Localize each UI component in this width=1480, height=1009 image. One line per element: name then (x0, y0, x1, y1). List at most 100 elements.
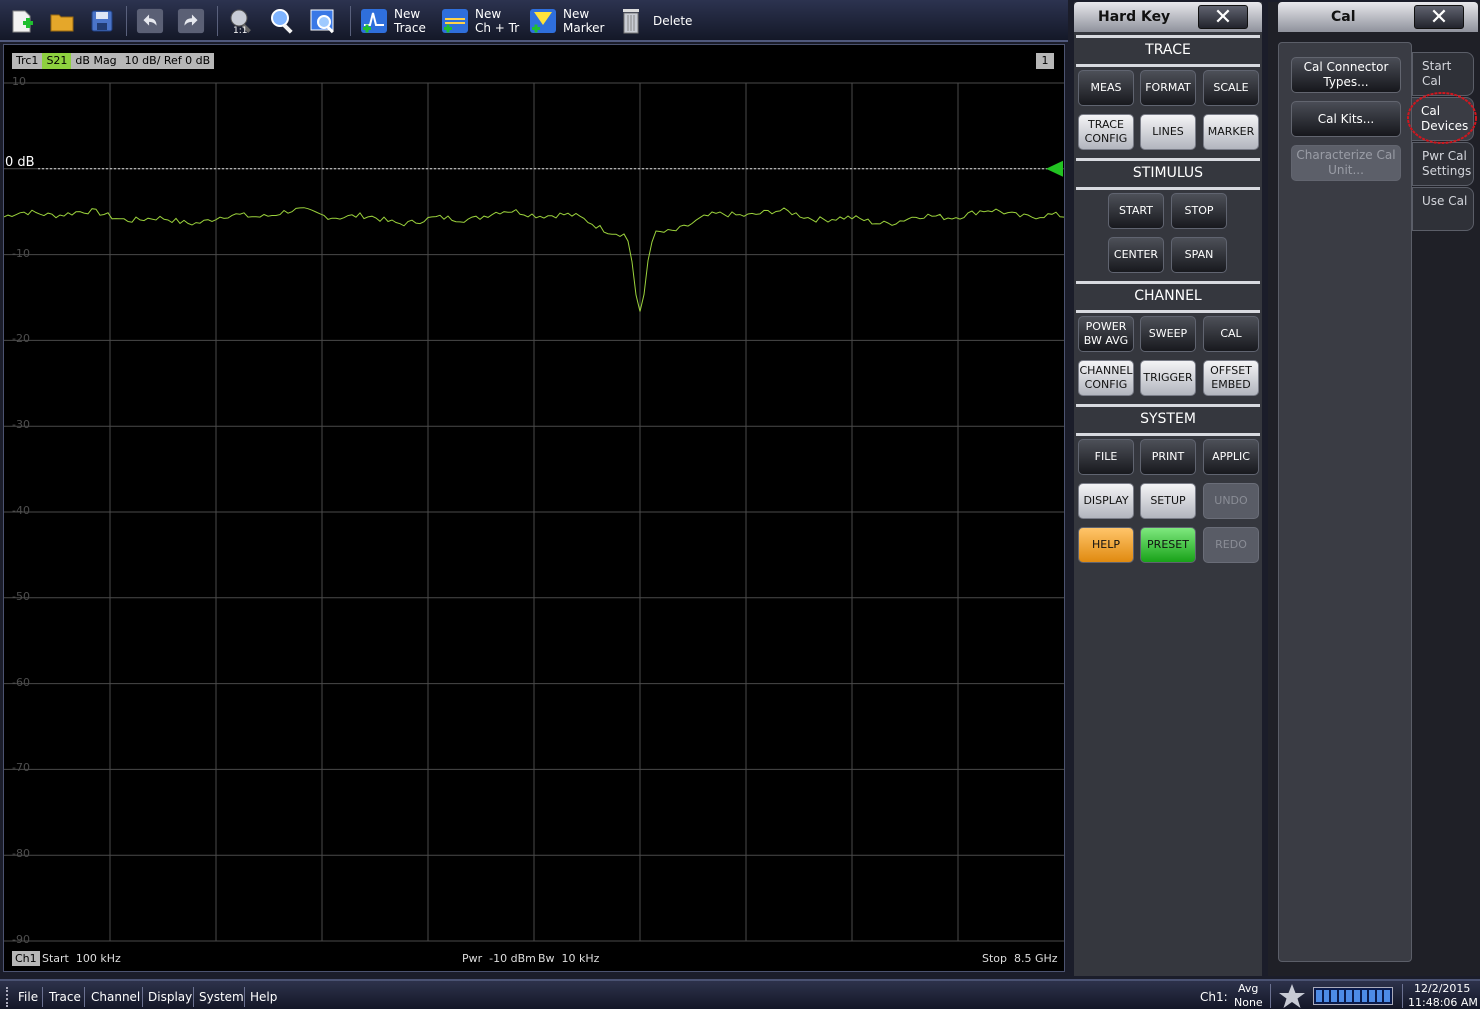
lines-key[interactable]: LINES (1140, 114, 1196, 150)
start-frequency[interactable]: Start 100 kHz (42, 952, 121, 965)
preset-key[interactable]: PRESET (1140, 527, 1196, 563)
new-setup-button[interactable] (8, 4, 36, 38)
if-bandwidth[interactable]: Bw 10 kHz (538, 952, 599, 965)
delete-button[interactable]: Delete (617, 4, 692, 38)
span-key[interactable]: SPAN (1171, 237, 1227, 273)
new-chtr-label-1: New (475, 7, 502, 21)
vna-application: 1:1 New Trace New Ch + Tr New Marker Del… (0, 0, 1480, 1009)
cal-connector-types-button[interactable]: Cal Connector Types... (1291, 57, 1401, 93)
cal-kits-button[interactable]: Cal Kits... (1291, 101, 1401, 137)
redo-icon (177, 8, 205, 34)
stop-key[interactable]: STOP (1171, 193, 1227, 229)
new-marker-icon (530, 9, 556, 33)
zoom-window-button[interactable] (309, 4, 337, 38)
center-key[interactable]: CENTER (1108, 237, 1164, 273)
avg-label: Avg (1238, 982, 1259, 995)
new-marker-label-1: New (563, 7, 590, 21)
y-tick-label: 10 (12, 75, 26, 88)
zoom-1to1-button[interactable]: 1:1 (227, 4, 255, 38)
menu-display[interactable]: Display (148, 990, 192, 1004)
file-key[interactable]: FILE (1078, 439, 1134, 475)
trace-config-key[interactable]: TRACE CONFIG (1078, 114, 1134, 150)
avg-value: None (1234, 996, 1263, 1009)
hard-key-close-button[interactable]: ✕ (1198, 5, 1248, 29)
meas-key[interactable]: MEAS (1078, 70, 1134, 106)
date-display: 12/2/2015 (1414, 982, 1471, 995)
help-key[interactable]: HELP (1078, 527, 1134, 563)
print-key[interactable]: PRINT (1140, 439, 1196, 475)
y-tick-label: -20 (12, 332, 30, 346)
section-trace: TRACE (1076, 35, 1260, 67)
zoom-window-icon (310, 9, 334, 34)
star-icon[interactable] (1278, 983, 1306, 1009)
menu-file[interactable]: File (18, 990, 38, 1004)
delete-label: Delete (653, 14, 693, 28)
new-marker-button[interactable]: New Marker (529, 4, 604, 38)
format-key[interactable]: FORMAT (1140, 70, 1196, 106)
setup-key[interactable]: SETUP (1140, 483, 1196, 519)
y-tick-label: -60 (12, 675, 30, 689)
undo-button[interactable] (136, 4, 164, 38)
cal-close-button[interactable]: ✕ (1414, 5, 1464, 29)
folder-icon (50, 14, 74, 32)
channel-config-key[interactable]: CHANNEL CONFIG (1078, 360, 1134, 396)
trace-format[interactable]: dB Mag (71, 53, 121, 69)
section-stimulus: STIMULUS (1076, 158, 1260, 190)
zoom-button[interactable] (268, 4, 296, 38)
undo-icon (136, 8, 164, 34)
tab-use-cal[interactable]: Use Cal (1412, 187, 1474, 231)
source-power[interactable]: Pwr -10 dBm (462, 952, 536, 965)
menu-channel[interactable]: Channel (91, 990, 140, 1004)
reference-label: 0 dB (5, 155, 35, 170)
menu-system[interactable]: System (199, 990, 244, 1004)
reference-marker[interactable] (1046, 160, 1063, 177)
new-channel-trace-button[interactable]: New Ch + Tr (441, 4, 519, 38)
redo-key: REDO (1203, 527, 1259, 563)
trace-name[interactable]: Trc1 (12, 53, 43, 69)
new-channel-icon (442, 9, 468, 33)
menu-trace[interactable]: Trace (49, 990, 81, 1004)
new-marker-label-2: Marker (563, 21, 605, 35)
trace-info-line[interactable]: Trc1 S21 dB Mag 10 dB/ Ref 0 dB (12, 53, 215, 69)
power-bw-avg-key[interactable]: POWER BW AVG (1078, 316, 1134, 352)
redo-button[interactable] (177, 4, 205, 38)
scale-key[interactable]: SCALE (1203, 70, 1259, 106)
diagram-grid (4, 82, 1064, 942)
zoom-reset-icon: 1:1 (230, 9, 251, 35)
new-trace-icon (361, 9, 387, 33)
undo-key: UNDO (1203, 483, 1259, 519)
progress-bar (1313, 987, 1393, 1005)
trace-parameter[interactable]: S21 (42, 53, 72, 69)
cal-key[interactable]: CAL (1203, 316, 1259, 352)
sweep-key[interactable]: SWEEP (1140, 316, 1196, 352)
y-tick-label: -70 (12, 761, 30, 775)
magnifier-icon (271, 9, 293, 34)
hard-key-title-bar: Hard Key ✕ (1074, 2, 1262, 32)
stop-frequency[interactable]: Stop 8.5 GHz (982, 952, 1058, 965)
svg-text:1:1: 1:1 (233, 26, 247, 35)
start-key[interactable]: START (1108, 193, 1164, 229)
new-file-icon (12, 10, 33, 33)
cal-softkey-column: Cal Connector Types... Cal Kits... Chara… (1278, 42, 1412, 962)
applic-key[interactable]: APPLIC (1203, 439, 1259, 475)
new-trace-label-1: New (394, 7, 421, 21)
cal-title: Cal (1331, 9, 1356, 25)
y-tick-label: -10 (12, 246, 30, 260)
trace-scale[interactable]: 10 dB/ Ref 0 dB (120, 53, 215, 69)
trigger-key[interactable]: TRIGGER (1140, 360, 1196, 396)
y-tick-label: -50 (12, 589, 30, 603)
offset-embed-key[interactable]: OFFSET EMBED (1203, 360, 1259, 396)
save-icon (91, 10, 113, 32)
display-key[interactable]: DISPLAY (1078, 483, 1134, 519)
trash-icon (623, 9, 639, 34)
menu-help[interactable]: Help (250, 990, 277, 1004)
marker-key[interactable]: MARKER (1203, 114, 1259, 150)
tab-pwr-cal-settings[interactable]: Pwr Cal Settings (1412, 142, 1474, 186)
y-tick-label: -80 (12, 847, 30, 861)
save-button[interactable] (88, 4, 116, 38)
new-trace-button[interactable]: New Trace (360, 4, 426, 38)
window-number: 1 (1036, 53, 1054, 69)
open-button[interactable] (48, 4, 76, 38)
main-toolbar: 1:1 New Trace New Ch + Tr New Marker Del… (0, 0, 1068, 42)
diagram-area[interactable]: Trc1 S21 dB Mag 10 dB/ Ref 0 dB 1 10 -10 -… (3, 44, 1065, 972)
